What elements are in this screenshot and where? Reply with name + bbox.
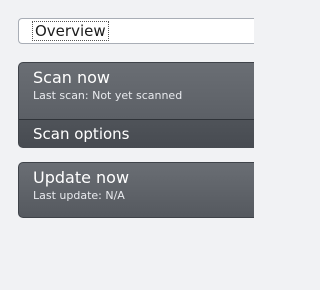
update-now-button[interactable]: Update now Last update: N/A <box>18 162 254 218</box>
overview-label: Overview <box>32 21 109 41</box>
scan-now-title: Scan now <box>33 68 110 87</box>
scan-now-button[interactable]: Scan now Last scan: Not yet scanned <box>19 63 254 119</box>
last-scan-status: Last scan: Not yet scanned <box>33 89 183 102</box>
last-update-status: Last update: N/A <box>33 189 125 202</box>
scan-options-button[interactable]: Scan options <box>19 120 254 148</box>
overview-tab[interactable]: Overview <box>18 18 254 44</box>
update-now-title: Update now <box>33 168 130 187</box>
scan-panel: Scan now Last scan: Not yet scanned Scan… <box>18 62 254 148</box>
